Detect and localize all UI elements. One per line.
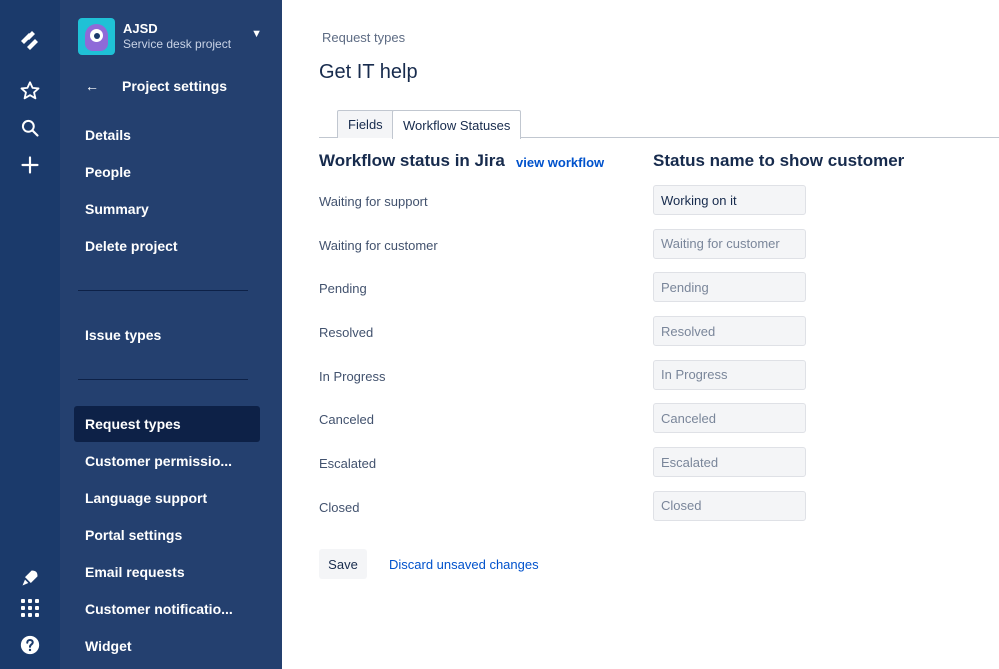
jira-status-label: Waiting for customer — [319, 237, 438, 253]
sidebar-divider — [78, 379, 248, 380]
sidebar-item-people[interactable]: People — [74, 154, 260, 190]
project-type: Service desk project — [123, 36, 232, 51]
customer-status-input[interactable] — [653, 447, 806, 478]
back-arrow-icon: ← — [85, 78, 99, 94]
plus-icon[interactable] — [16, 151, 44, 179]
sidebar-item-email-requests[interactable]: Email requests — [74, 554, 260, 590]
jira-status-label: Canceled — [319, 412, 374, 428]
jira-status-label: In Progress — [319, 368, 386, 384]
project-switcher[interactable]: AJSD Service desk project ▼ — [78, 16, 268, 56]
sidebar-item-details[interactable]: Details — [74, 117, 260, 153]
customer-status-input[interactable] — [653, 228, 806, 259]
sidebar-item-customer-notifications[interactable]: Customer notificatio... — [74, 591, 260, 627]
main-content: Request types Get IT help Fields Workflo… — [282, 0, 999, 669]
sidebar-item-delete-project[interactable]: Delete project — [74, 228, 260, 264]
jira-logo-icon[interactable] — [16, 26, 44, 54]
status-row: Waiting for support — [282, 185, 999, 229]
tab-fields[interactable]: Fields — [337, 110, 394, 138]
customer-status-input[interactable] — [653, 359, 806, 390]
sidebar-item-language-support[interactable]: Language support — [74, 480, 260, 516]
jira-status-label: Waiting for support — [319, 194, 428, 209]
rocket-icon[interactable] — [16, 564, 44, 592]
save-button[interactable]: Save — [319, 549, 367, 579]
status-row: Waiting for customer — [282, 228, 999, 273]
tab-bar: Fields Workflow Statuses — [319, 110, 999, 139]
jira-status-label: Escalated — [319, 456, 377, 472]
discard-changes-link[interactable]: Discard unsaved changes — [389, 557, 539, 572]
status-mapping-list: Waiting for support Waiting for customer… — [282, 185, 999, 535]
help-icon[interactable] — [16, 631, 44, 659]
sidebar-item-summary[interactable]: Summary — [74, 191, 260, 227]
customer-status-input[interactable] — [653, 316, 806, 347]
status-row: Pending — [282, 272, 999, 316]
workflow-status-header: Workflow status in Jira — [319, 151, 505, 170]
status-row: Resolved — [282, 316, 999, 360]
status-row: In Progress — [282, 359, 999, 404]
chevron-down-icon: ▼ — [251, 28, 262, 40]
app-switcher-icon[interactable] — [16, 594, 44, 622]
project-avatar — [78, 17, 115, 55]
sidebar-item-widget[interactable]: Widget — [74, 628, 260, 664]
sidebar-divider — [78, 290, 248, 291]
status-row: Closed — [282, 490, 999, 535]
tab-workflow-statuses[interactable]: Workflow Statuses — [392, 110, 522, 139]
project-sidebar: AJSD Service desk project ▼ ← Project se… — [60, 0, 282, 669]
view-workflow-link[interactable]: view workflow — [516, 155, 604, 170]
sidebar-item-issue-types[interactable]: Issue types — [74, 317, 260, 353]
global-navigation-rail — [0, 0, 60, 669]
customer-status-input[interactable] — [653, 403, 806, 434]
back-to-project-settings[interactable]: ← Project settings — [85, 78, 227, 94]
jira-status-label: Pending — [319, 281, 367, 297]
customer-status-input[interactable] — [653, 490, 806, 521]
sidebar-section-title: Project settings — [122, 78, 228, 94]
page-title: Get IT help — [319, 61, 418, 83]
customer-status-header: Status name to show customer — [653, 151, 905, 170]
project-name: AJSD — [123, 21, 158, 36]
status-row: Escalated — [282, 447, 999, 491]
customer-status-input[interactable] — [653, 272, 806, 303]
search-icon[interactable] — [16, 114, 44, 142]
sidebar-item-portal-settings[interactable]: Portal settings — [74, 517, 260, 553]
customer-status-input[interactable] — [653, 185, 806, 215]
sidebar-item-request-types[interactable]: Request types — [74, 406, 260, 442]
jira-status-label: Resolved — [319, 325, 374, 341]
jira-status-label: Closed — [319, 499, 360, 515]
status-row: Canceled — [282, 403, 999, 447]
star-icon[interactable] — [16, 77, 44, 105]
sidebar-item-customer-permissions[interactable]: Customer permissio... — [74, 443, 260, 479]
breadcrumb[interactable]: Request types — [322, 30, 405, 45]
